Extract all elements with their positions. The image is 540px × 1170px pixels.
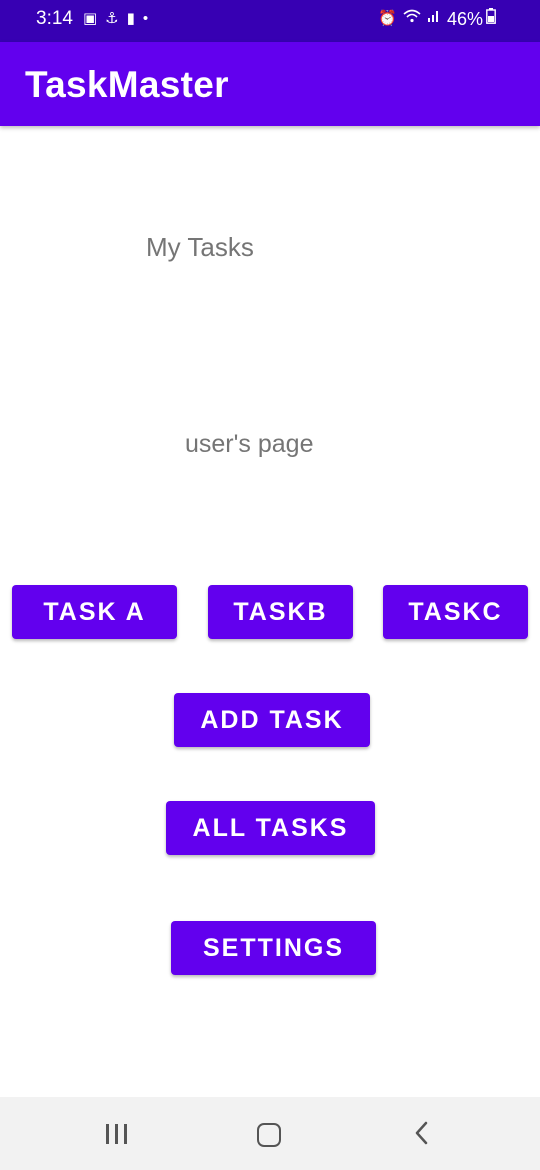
user-page-label: user's page bbox=[185, 430, 314, 458]
settings-button[interactable]: SETTINGS bbox=[171, 921, 376, 975]
page-heading: My Tasks bbox=[146, 232, 254, 262]
task-a-button[interactable]: TASK A bbox=[12, 585, 177, 639]
message-icon: ▮ bbox=[126, 10, 135, 27]
battery-icon-svg bbox=[486, 8, 496, 24]
status-left: 3:14 ▣ ⚓ ▮ • bbox=[36, 8, 156, 30]
dot-icon: • bbox=[142, 10, 149, 27]
status-time: 3:14 bbox=[36, 8, 73, 29]
task-b-button[interactable]: TASKB bbox=[208, 585, 353, 639]
add-task-button[interactable]: ADD TASK bbox=[174, 693, 370, 747]
signal-icon-svg bbox=[427, 11, 438, 22]
app-title: TaskMaster bbox=[25, 64, 229, 105]
wifi-icon-svg bbox=[403, 9, 421, 23]
all-tasks-button[interactable]: ALL TASKS bbox=[166, 801, 375, 855]
system-nav-bar bbox=[0, 1097, 540, 1170]
app-bar: TaskMaster bbox=[0, 42, 540, 126]
wifi-icon bbox=[403, 9, 421, 29]
back-icon[interactable] bbox=[412, 1121, 432, 1145]
back-icon-svg bbox=[415, 1121, 428, 1145]
task-c-button[interactable]: TASKC bbox=[383, 585, 528, 639]
accessibility-icon: ⚓ bbox=[105, 10, 119, 27]
alarm-icon: ⏰ bbox=[378, 10, 397, 27]
battery-icon bbox=[486, 8, 496, 30]
signal-icon bbox=[427, 9, 441, 29]
gallery-icon: ▣ bbox=[82, 10, 98, 27]
recents-icon[interactable] bbox=[106, 1124, 130, 1144]
battery-percent: 46% bbox=[446, 8, 483, 29]
status-right: ⏰ 46% bbox=[378, 8, 502, 30]
home-icon[interactable] bbox=[257, 1123, 281, 1147]
status-bar: 3:14 ▣ ⚓ ▮ • ⏰ 46% bbox=[0, 0, 540, 42]
